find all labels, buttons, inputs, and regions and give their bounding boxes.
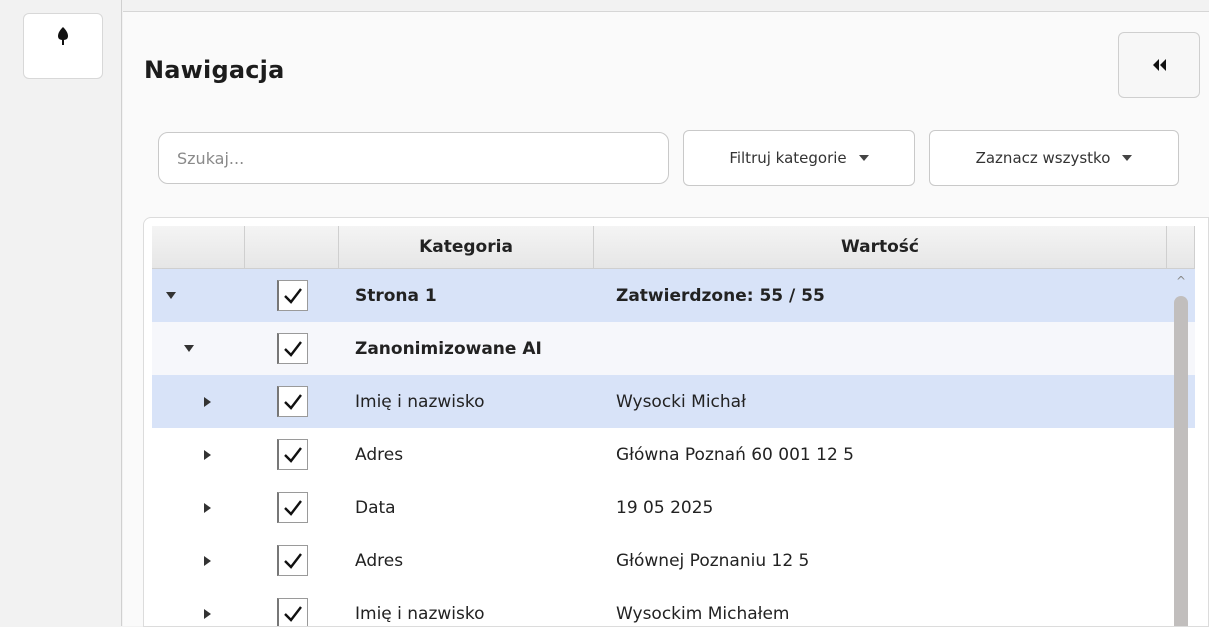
check-cell	[245, 534, 339, 587]
expand-cell	[152, 322, 245, 375]
table-row[interactable]: Strona 1 Zatwierdzone: 55 / 55	[152, 269, 1195, 322]
filter-categories-dropdown[interactable]: Filtruj kategorie	[683, 130, 915, 186]
caret-down-icon	[858, 155, 869, 161]
table-header: Kategoria Wartość	[152, 226, 1195, 269]
table-row[interactable]: Adres Głównej Poznaniu 12 5	[152, 534, 1195, 587]
scroll-thumb[interactable]	[1174, 296, 1188, 626]
header-wartosc[interactable]: Wartość	[594, 226, 1167, 268]
expand-toggle-icon[interactable]	[204, 608, 211, 619]
scroll-up-icon[interactable]: ^	[1176, 274, 1186, 288]
vertical-scrollbar[interactable]: ^	[1169, 270, 1195, 626]
value-cell: Zatwierdzone: 55 / 55	[616, 285, 825, 306]
expand-toggle-icon[interactable]	[204, 396, 211, 407]
row-checkbox[interactable]	[276, 545, 308, 576]
sidebar	[0, 0, 122, 626]
header-check[interactable]	[245, 226, 339, 268]
checkmark-icon	[283, 499, 302, 516]
table-row[interactable]: Imię i nazwisko Wysocki Michał	[152, 375, 1195, 428]
checkmark-icon	[283, 605, 302, 622]
checkmark-icon	[283, 552, 302, 569]
category-cell: Zanonimizowane AI	[355, 338, 542, 359]
header-spacer	[1167, 226, 1195, 268]
expand-toggle-icon[interactable]	[204, 555, 211, 566]
checkmark-icon	[283, 393, 302, 410]
expand-cell	[152, 481, 245, 534]
checkmark-icon	[283, 340, 302, 357]
expand-cell	[152, 587, 245, 626]
category-cell: Imię i nazwisko	[355, 391, 485, 412]
tree-table: Kategoria Wartość Strona 1 Zatwierdzone: …	[143, 217, 1209, 627]
table-row[interactable]: Imię i nazwisko Wysockim Michałem	[152, 587, 1195, 626]
category-cell: Data	[355, 497, 396, 518]
value-cell: 19 05 2025	[616, 497, 714, 518]
category-cell: Adres	[355, 550, 404, 571]
check-cell	[245, 481, 339, 534]
tree-view-button[interactable]	[23, 13, 103, 79]
caret-down-icon	[1122, 155, 1133, 161]
row-checkbox[interactable]	[276, 386, 308, 417]
value-cell: Wysockim Michałem	[616, 603, 790, 624]
check-cell	[245, 428, 339, 481]
tree-grid: Kategoria Wartość Strona 1 Zatwierdzone: …	[152, 226, 1195, 626]
table-row[interactable]: Zanonimizowane AI	[152, 322, 1195, 375]
value-cell: Główna Poznań 60 001 12 5	[616, 444, 854, 465]
checkmark-icon	[283, 287, 302, 304]
search-input[interactable]	[158, 132, 669, 184]
row-checkbox[interactable]	[276, 439, 308, 470]
row-checkbox[interactable]	[276, 333, 308, 364]
collapse-panel-button[interactable]	[1118, 32, 1200, 98]
value-cell: Wysocki Michał	[616, 391, 746, 412]
value-cell	[594, 322, 1167, 375]
checkmark-icon	[283, 446, 302, 463]
category-cell: Adres	[355, 444, 404, 465]
navigation-panel: Nawigacja Filtruj kategorie Zaznacz wszy…	[123, 11, 1209, 627]
select-all-dropdown[interactable]: Zaznacz wszystko	[929, 130, 1179, 186]
check-cell	[245, 375, 339, 428]
expand-toggle-icon[interactable]	[204, 449, 211, 460]
table-row[interactable]: Data 19 05 2025	[152, 481, 1195, 534]
double-chevron-left-icon	[1153, 59, 1166, 71]
tree-icon	[58, 27, 68, 45]
expand-cell	[152, 269, 245, 322]
panel-title: Nawigacja	[144, 56, 285, 84]
collapse-toggle-icon[interactable]	[184, 345, 194, 352]
header-kategoria[interactable]: Kategoria	[339, 226, 594, 268]
category-cell: Strona 1	[355, 285, 437, 306]
expand-toggle-icon[interactable]	[204, 502, 211, 513]
select-all-label: Zaznacz wszystko	[975, 149, 1111, 167]
value-cell: Głównej Poznaniu 12 5	[616, 550, 810, 571]
check-cell	[245, 322, 339, 375]
filter-categories-label: Filtruj kategorie	[729, 149, 847, 167]
category-cell: Imię i nazwisko	[355, 603, 485, 624]
row-checkbox[interactable]	[276, 598, 308, 626]
check-cell	[245, 269, 339, 322]
row-checkbox[interactable]	[276, 492, 308, 523]
table-row[interactable]: Adres Główna Poznań 60 001 12 5	[152, 428, 1195, 481]
expand-cell	[152, 428, 245, 481]
collapse-toggle-icon[interactable]	[166, 292, 176, 299]
table-body: Strona 1 Zatwierdzone: 55 / 55 Zanonimizow…	[152, 269, 1195, 626]
check-cell	[245, 587, 339, 626]
header-expand[interactable]	[152, 226, 245, 268]
expand-cell	[152, 534, 245, 587]
row-checkbox[interactable]	[276, 280, 308, 311]
expand-cell	[152, 375, 245, 428]
